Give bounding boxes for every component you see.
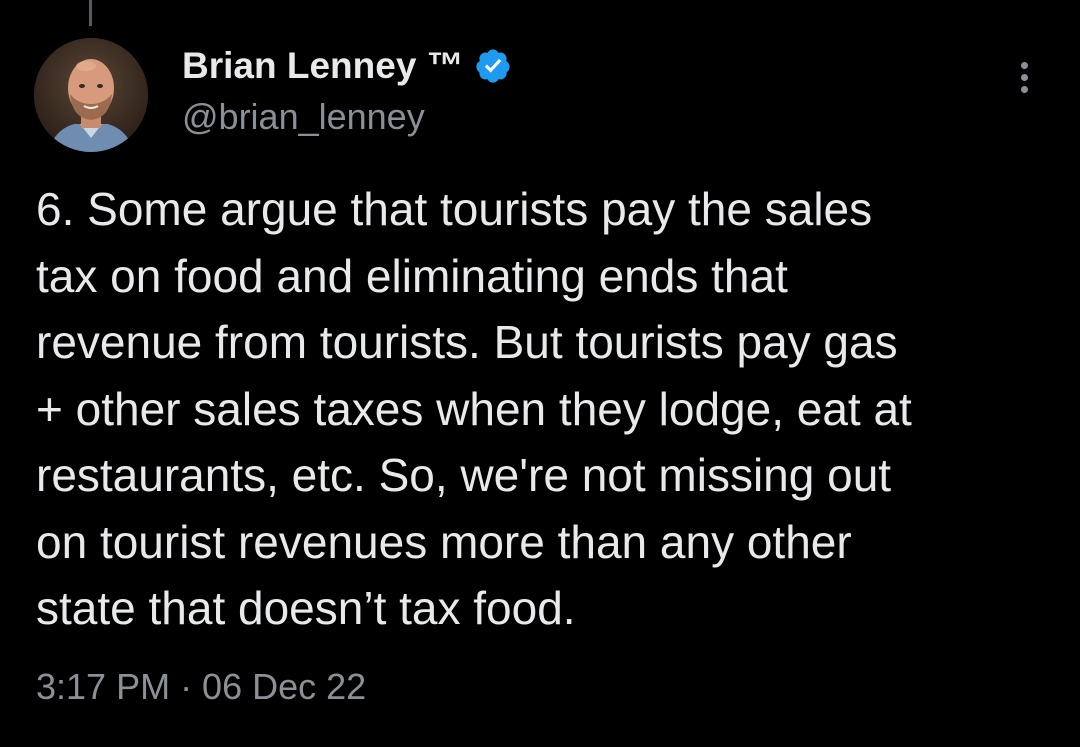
author-display-name[interactable]: Brian Lenney ™ xyxy=(182,45,464,87)
tweet-header: Brian Lenney ™ @brian_lenney xyxy=(182,42,512,138)
author-handle[interactable]: @brian_lenney xyxy=(182,96,512,138)
avatar-photo xyxy=(34,38,148,152)
more-vertical-icon[interactable] xyxy=(1012,62,1036,102)
avatar[interactable] xyxy=(34,38,148,152)
tweet-timestamp[interactable]: 3:17 PM · 06 Dec 22 xyxy=(36,666,366,708)
verified-badge-icon xyxy=(476,49,510,83)
thread-connector-line xyxy=(89,0,92,26)
tweet-text: 6. Some argue that tourists pay the sale… xyxy=(36,183,912,634)
author-name-row: Brian Lenney ™ xyxy=(182,42,512,90)
